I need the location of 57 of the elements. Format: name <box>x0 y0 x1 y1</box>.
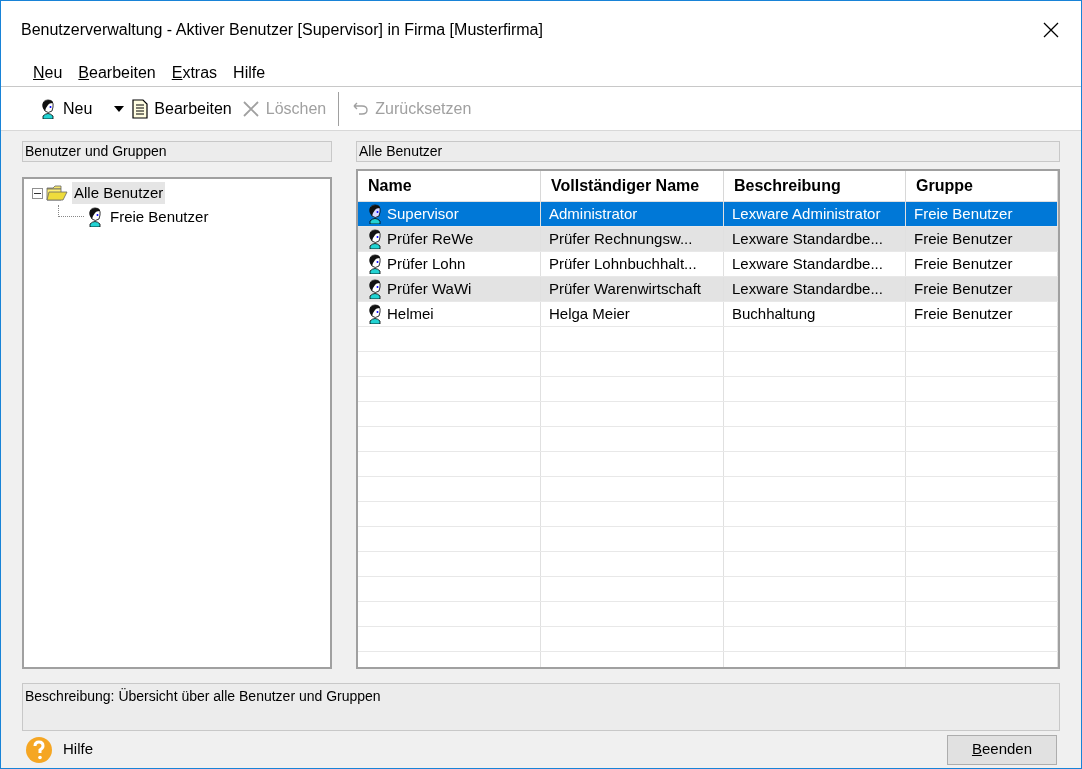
table-row[interactable]: Prüfer WaWi Prüfer Warenwirtschaft Lexware Standardbe... Freie Benutzer <box>358 277 1058 302</box>
table-cell-text: Freie Benutzer <box>914 278 1013 299</box>
panel-header: Alle Benutzer <box>356 141 1060 162</box>
panel-header: Benutzer und Gruppen <box>22 141 332 162</box>
column-header[interactable]: Gruppe <box>906 171 1058 201</box>
table-cell-text: Freie Benutzer <box>914 303 1013 324</box>
table-cell-text: Lexware Standardbe... <box>732 228 883 249</box>
close-button[interactable] <box>1041 20 1061 40</box>
undo-icon <box>351 101 370 116</box>
person-icon <box>366 204 384 224</box>
help-label[interactable]: Hilfe <box>63 738 93 761</box>
x-icon <box>241 99 260 118</box>
table-cell-text: Prüfer Lohn <box>387 253 466 274</box>
table-cell-text: Prüfer Lohnbuchhalt... <box>549 253 697 274</box>
table-cell-text: Freie Benutzer <box>914 253 1013 274</box>
person-icon <box>366 254 384 274</box>
folder-icon <box>46 185 68 201</box>
menu-item[interactable]: Hilfe <box>233 60 266 85</box>
person-icon <box>86 207 104 227</box>
menu-item[interactable]: Neu <box>33 60 63 85</box>
table-row[interactable]: Prüfer Lohn Prüfer Lohnbuchhalt... Lexware Standardbe... Freie Benutzer <box>358 252 1058 277</box>
collapse-toggle[interactable] <box>32 187 43 199</box>
toolbar-button[interactable]: Neu <box>37 96 95 121</box>
table-cell-text: Prüfer ReWe <box>387 228 474 249</box>
table-cell-text: Lexware Administrator <box>732 203 881 224</box>
table-cell-text: Prüfer WaWi <box>387 278 472 299</box>
column-header[interactable]: Beschreibung <box>724 171 906 201</box>
table-cell-text: Buchhaltung <box>732 303 816 324</box>
table-row[interactable]: Prüfer ReWe Prüfer Rechnungsw... Lexware Standardbe... Freie Benutzer <box>358 227 1058 252</box>
table-row[interactable]: Supervisor Administrator Lexware Administrator Freie Benutzer <box>358 202 1058 227</box>
person-icon <box>366 279 384 299</box>
description-box: Beschreibung: Übersicht über alle Benutzer und Gruppen <box>22 683 1060 731</box>
toolbar-button[interactable]: Bearbeiten <box>130 96 234 121</box>
table-row[interactable]: Helmei Helga Meier Buchhaltung Freie Benutzer <box>358 302 1058 327</box>
person-icon <box>39 98 57 119</box>
table-cell-text: Prüfer Warenwirtschaft <box>549 278 701 299</box>
menu-item[interactable]: Extras <box>171 60 218 85</box>
table-cell-text: Prüfer Rechnungsw... <box>549 228 693 249</box>
window-title: Benutzerverwaltung - Aktiver Benutzer [Supervisor] in Firma [Musterfirma] <box>21 20 543 40</box>
document-icon <box>132 98 149 119</box>
table-cell-text: Lexware Standardbe... <box>732 278 883 299</box>
exit-button[interactable]: Beenden <box>947 734 1057 765</box>
caret-icon[interactable] <box>114 105 125 112</box>
column-header[interactable]: Vollständiger Name <box>541 171 724 201</box>
table-cell-text: Helga Meier <box>549 303 630 324</box>
table-cell-text: Helmei <box>387 303 434 324</box>
table-cell-text: Lexware Standardbe... <box>732 253 883 274</box>
menu-item[interactable]: Bearbeiten <box>78 60 156 85</box>
person-icon <box>366 229 384 249</box>
table-cell-text: Freie Benutzer <box>914 228 1013 249</box>
person-icon <box>366 304 384 324</box>
table-cell-text: Administrator <box>549 203 638 224</box>
tree-item[interactable]: Alle Benutzer <box>72 181 166 205</box>
table-cell-text: Supervisor <box>387 203 459 224</box>
tree-item[interactable]: Freie Benutzer <box>108 205 211 229</box>
column-header[interactable]: Name <box>358 171 541 201</box>
table-cell-text: Freie Benutzer <box>914 203 1013 224</box>
